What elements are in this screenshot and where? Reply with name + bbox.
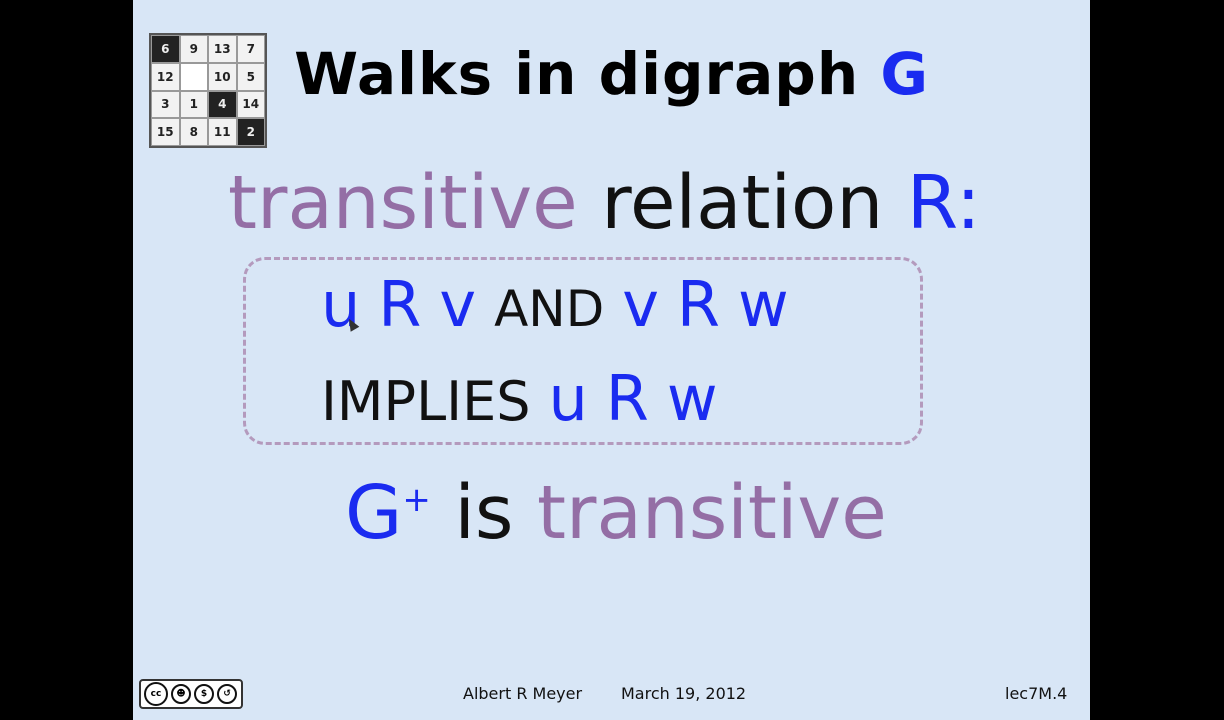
var-v: v	[622, 268, 659, 341]
word-and: AND	[494, 280, 605, 338]
word-implies: IMPLIES	[321, 370, 531, 433]
word-relation: relation	[601, 160, 884, 246]
var-u: u	[548, 362, 588, 435]
word-is: is	[454, 470, 514, 556]
footer-author: Albert R Meyer	[463, 684, 583, 703]
cc-icon: cc	[144, 682, 168, 706]
footer-date: March 19, 2012	[621, 684, 747, 703]
rule-premise: u Rv AND v Rw	[321, 268, 789, 341]
var-r: R	[676, 268, 720, 341]
rule-conclusion: IMPLIES u Rw	[321, 362, 718, 435]
puzzle-tile-15: 15	[151, 118, 180, 146]
title-g: G	[880, 40, 929, 108]
slide: 6 9 13 7 12 10 5 3 1 4 14 15 8 11 2 Walks in digraph G…	[133, 0, 1090, 720]
word-transitive: transitive	[537, 470, 887, 556]
var-v: v	[439, 268, 477, 341]
cc-license-badge[interactable]: cc ☻ $ ↺	[139, 679, 243, 709]
var-w: w	[738, 268, 789, 341]
relation-r: R:	[906, 160, 981, 246]
var-u: u	[321, 268, 361, 341]
puzzle-tile-11: 11	[208, 118, 237, 146]
graph-g: G	[345, 470, 403, 556]
var-r: R	[378, 268, 422, 341]
var-r: R	[605, 362, 649, 435]
nc-icon: $	[194, 684, 214, 704]
slide-title: Walks in digraph G	[133, 40, 1090, 108]
word-transitive: transitive	[228, 160, 578, 246]
var-w: w	[666, 362, 718, 435]
puzzle-tile-2: 2	[236, 118, 265, 146]
plus-superscript: +	[402, 480, 431, 520]
definition-line: transitive relation R:	[228, 160, 981, 246]
footer-slide-id: lec7M.4	[1005, 684, 1068, 703]
by-icon: ☻	[171, 684, 191, 704]
puzzle-tile-8: 8	[179, 118, 208, 146]
conclusion-line: G+ is transitive	[345, 470, 887, 556]
title-text: Walks in digraph	[294, 40, 881, 108]
sa-icon: ↺	[217, 684, 237, 704]
